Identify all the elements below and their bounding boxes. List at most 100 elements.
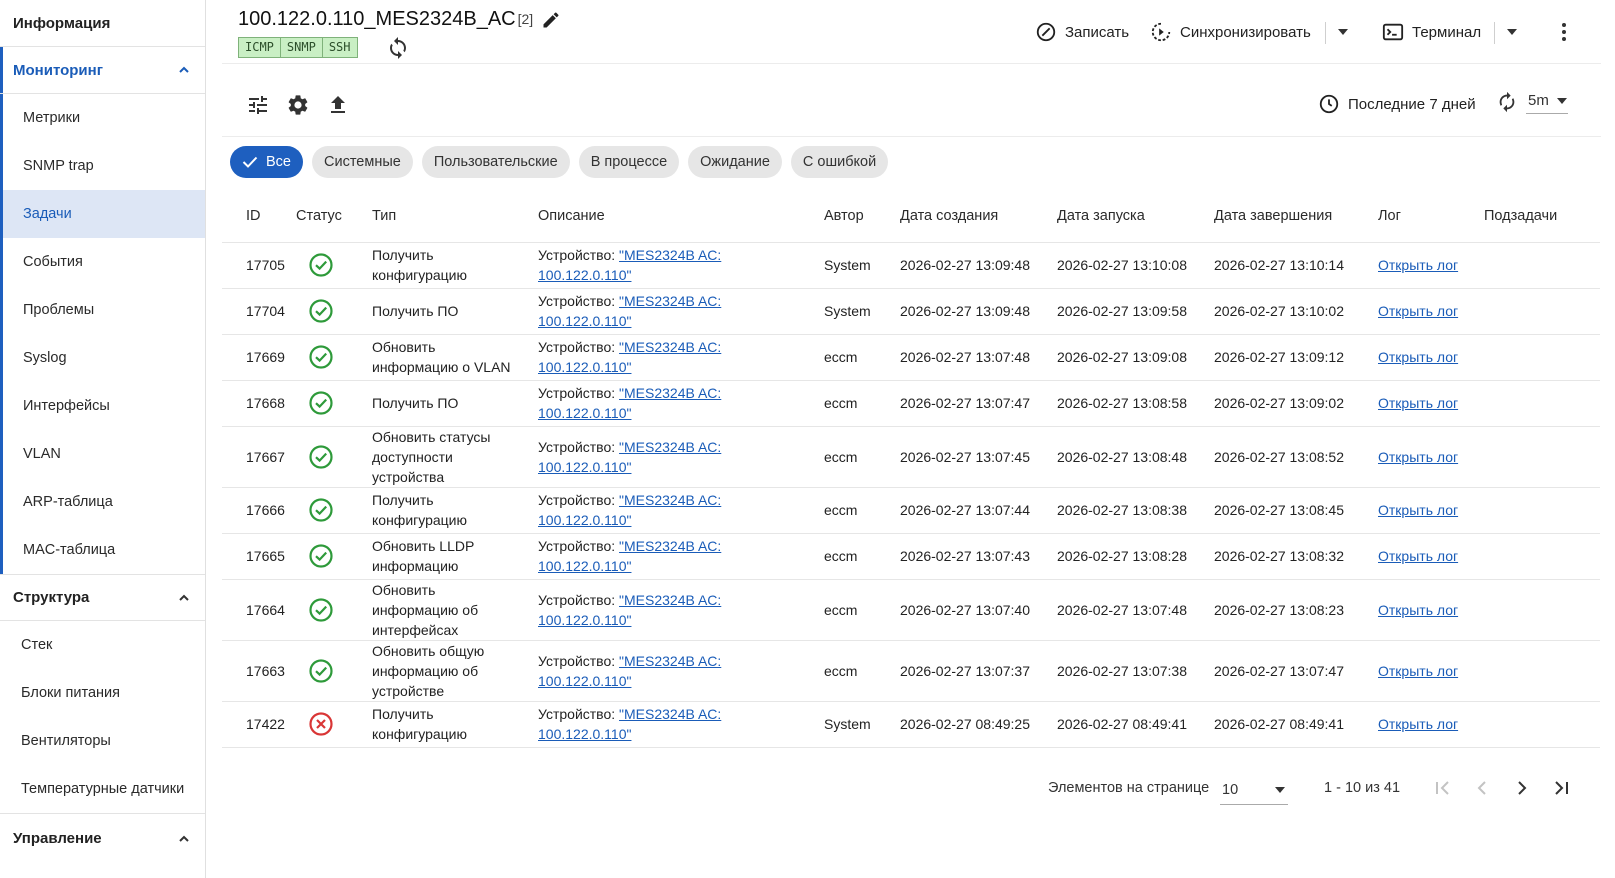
chip-pending[interactable]: Ожидание — [688, 146, 782, 178]
terminal-button[interactable]: Терминал — [1382, 17, 1481, 47]
chevron-up-icon — [179, 594, 189, 601]
sidebar-item-power-supplies[interactable]: Блоки питания — [0, 669, 205, 717]
table-row[interactable]: 17666 Получить конфигурацию Устройство: "M… — [222, 487, 1600, 534]
table-row[interactable]: 17705 Получить конфигурацию Устройство: "M… — [222, 242, 1600, 289]
cell-id: 17667 — [222, 426, 296, 488]
open-log-link[interactable]: Открыть лог — [1378, 257, 1458, 273]
description-prefix: Устройство: — [538, 293, 620, 309]
chip-label: Системные — [324, 154, 401, 170]
type-text: Обновить LLDP информацию — [372, 538, 475, 574]
period-selector[interactable]: Последние 7 дней — [1318, 93, 1476, 115]
open-log-link[interactable]: Открыть лог — [1378, 716, 1458, 732]
table-row[interactable]: 17669 Обновить информацию о VLAN Устройств… — [222, 334, 1600, 381]
sidebar-item-problems[interactable]: Проблемы — [0, 286, 205, 334]
sidebar-info[interactable]: Информация — [0, 0, 205, 47]
gear-icon[interactable] — [286, 93, 310, 117]
sidebar-item-vlan[interactable]: VLAN — [0, 430, 205, 478]
sidebar-item-label: Проблемы — [23, 302, 95, 318]
table-row[interactable]: 17668 Получить ПО Устройство: "MES2324B AC… — [222, 380, 1600, 427]
open-log-link[interactable]: Открыть лог — [1378, 349, 1458, 365]
open-log-link[interactable]: Открыть лог — [1378, 395, 1458, 411]
page-size-select[interactable]: 10 — [1220, 775, 1288, 805]
table-row[interactable]: 17667 Обновить статусы доступности устрой… — [222, 426, 1600, 488]
sidebar-item-label: Блоки питания — [21, 685, 120, 701]
cell-finished: 2026-02-27 13:09:12 — [1214, 334, 1378, 381]
open-log-link[interactable]: Открыть лог — [1378, 548, 1458, 564]
cell-finished: 2026-02-27 13:08:45 — [1214, 487, 1378, 534]
more-vert-icon[interactable] — [1552, 20, 1576, 44]
cell-status — [296, 640, 372, 702]
cell-started: 2026-02-27 13:10:08 — [1057, 242, 1214, 289]
interval-value: 5m — [1528, 92, 1549, 109]
table-row[interactable]: 17422 Получить конфигурацию Устройство: "M… — [222, 701, 1600, 748]
open-log-link[interactable]: Открыть лог — [1378, 663, 1458, 679]
chip-system[interactable]: Системные — [312, 146, 413, 178]
col-description[interactable]: Описание — [538, 190, 824, 243]
first-page-icon[interactable] — [1430, 776, 1454, 800]
open-log-link[interactable]: Открыть лог — [1378, 449, 1458, 465]
table-row[interactable]: 17665 Обновить LLDP информацию Устройство:… — [222, 533, 1600, 580]
open-log-link[interactable]: Открыть лог — [1378, 303, 1458, 319]
col-created[interactable]: Дата создания — [900, 190, 1057, 243]
sync-icon[interactable] — [386, 36, 410, 60]
sidebar-item-interfaces[interactable]: Интерфейсы — [0, 382, 205, 430]
sidebar-item-syslog[interactable]: Syslog — [0, 334, 205, 382]
table-row[interactable]: 17663 Обновить общую информацию об устрой… — [222, 640, 1600, 702]
chip-user[interactable]: Пользовательские — [421, 146, 570, 178]
sidebar-item-snmp-trap[interactable]: SNMP trap — [0, 142, 205, 190]
sidebar-item-metrics[interactable]: Метрики — [0, 94, 205, 142]
check-circle-icon — [309, 253, 333, 277]
sync-dropdown-icon[interactable] — [1336, 27, 1350, 37]
open-log-link[interactable]: Открыть лог — [1378, 502, 1458, 518]
sidebar-item-stack[interactable]: Стек — [0, 621, 205, 669]
col-type[interactable]: Тип — [372, 190, 538, 243]
chip-all[interactable]: Все — [230, 146, 303, 178]
sidebar-item-label: События — [23, 254, 83, 270]
cell-finished: 2026-02-27 13:10:14 — [1214, 242, 1378, 289]
next-page-icon[interactable] — [1510, 776, 1534, 800]
sidebar-item-label: Syslog — [23, 350, 67, 366]
last-page-icon[interactable] — [1550, 776, 1574, 800]
cell-id: 17664 — [222, 579, 296, 641]
chip-in-progress[interactable]: В процессе — [578, 146, 680, 178]
col-subtasks[interactable]: Подзадачи — [1484, 190, 1600, 243]
col-finished[interactable]: Дата завершения — [1214, 190, 1378, 243]
cell-finished: 2026-02-27 13:08:52 — [1214, 426, 1378, 488]
description-prefix: Устройство: — [538, 339, 620, 355]
sidebar-item-mac-table[interactable]: MAC-таблица — [0, 526, 205, 574]
prev-page-icon[interactable] — [1470, 776, 1494, 800]
sidebar-section-management[interactable]: Управление — [0, 813, 205, 863]
open-log-link[interactable]: Открыть лог — [1378, 602, 1458, 618]
table-row[interactable]: 17664 Обновить информацию об интерфейсах У… — [222, 579, 1600, 641]
sidebar-section-structure[interactable]: Структура — [0, 574, 205, 621]
sidebar-item-arp-table[interactable]: ARP-таблица — [0, 478, 205, 526]
cell-type: Обновить общую информацию об устройстве — [372, 640, 538, 702]
chip-label: Все — [266, 154, 291, 170]
col-author[interactable]: Автор — [824, 190, 900, 243]
check-circle-icon — [309, 299, 333, 323]
cell-type: Получить ПО — [372, 380, 538, 427]
col-started[interactable]: Дата запуска — [1057, 190, 1214, 243]
cell-created: 2026-02-27 13:07:37 — [900, 640, 1057, 702]
sidebar-section-monitoring[interactable]: Мониторинг — [0, 47, 205, 94]
sync-button[interactable]: Синхронизировать — [1150, 17, 1311, 47]
upload-icon[interactable] — [326, 93, 350, 117]
refresh-interval[interactable]: 5m — [1496, 90, 1568, 114]
cell-started: 2026-02-27 13:08:28 — [1057, 533, 1214, 580]
tune-icon[interactable] — [246, 93, 270, 117]
sidebar-item-label: Интерфейсы — [23, 398, 110, 414]
terminal-dropdown-icon[interactable] — [1505, 27, 1519, 37]
chip-error[interactable]: С ошибкой — [790, 146, 889, 178]
col-log[interactable]: Лог — [1378, 190, 1484, 243]
col-id[interactable]: ID — [222, 190, 296, 243]
record-button[interactable]: Записать — [1035, 17, 1129, 47]
table-row[interactable]: 17704 Получить ПО Устройство: "MES2324B AC… — [222, 288, 1600, 335]
col-status[interactable]: Статус — [296, 190, 372, 243]
sidebar-item-events[interactable]: События — [0, 238, 205, 286]
cell-author: eccm — [824, 533, 900, 580]
sidebar-item-fans[interactable]: Вентиляторы — [0, 717, 205, 765]
pencil-icon[interactable] — [541, 10, 561, 30]
interval-select[interactable]: 5m — [1526, 90, 1568, 114]
cell-status — [296, 242, 372, 289]
sidebar-item-tasks[interactable]: Задачи — [0, 190, 205, 238]
